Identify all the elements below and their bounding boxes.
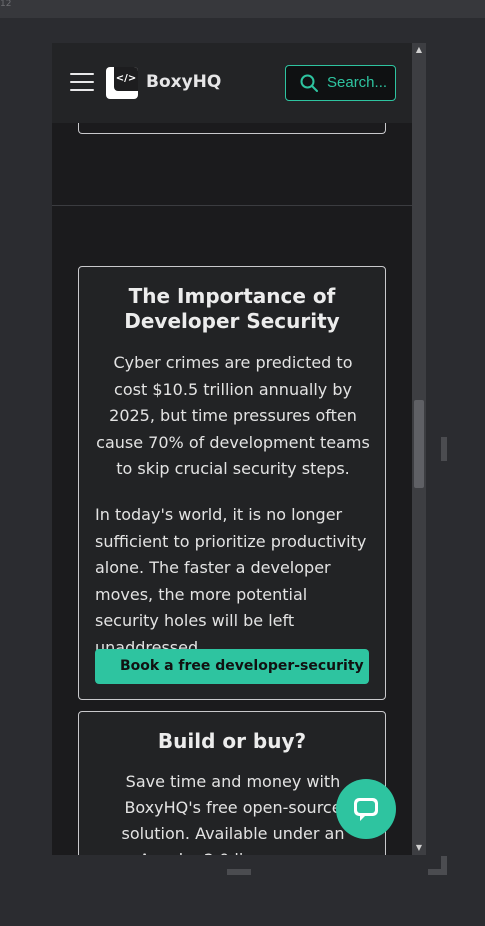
book-session-button[interactable]: Book a free developer-security session <box>95 649 369 684</box>
chat-widget-button[interactable] <box>336 779 396 839</box>
resize-handle-right[interactable] <box>441 437 447 461</box>
scroll-down-icon[interactable]: ▼ <box>412 841 426 855</box>
card2-lead-text: Save time and money with BoxyHQ's free o… <box>121 772 345 855</box>
scrollbar-thumb[interactable] <box>414 400 424 488</box>
scroll-up-icon[interactable]: ▲ <box>412 43 426 57</box>
site-header: </> BoxyHQ Search... <box>52 43 412 123</box>
search-placeholder: Search... <box>327 74 388 91</box>
hamburger-icon[interactable] <box>70 71 96 93</box>
page-viewport: </> BoxyHQ Search... The Importance of D… <box>52 43 412 855</box>
search-icon <box>300 74 318 92</box>
developer-security-card: The Importance of Developer Security Cyb… <box>78 266 386 700</box>
section-divider <box>52 205 412 206</box>
build-or-buy-card: Build or buy? Save time and money with B… <box>78 711 386 855</box>
resize-handle-corner[interactable] <box>428 856 447 875</box>
card-title: The Importance of Developer Security <box>124 284 340 333</box>
card2-title: Build or buy? <box>157 729 307 753</box>
book-session-label: Book a free developer-security session <box>120 658 369 674</box>
resize-handle-bottom[interactable] <box>227 869 251 875</box>
vertical-scrollbar[interactable]: ▲ ▼ <box>412 43 426 855</box>
toolbar-dimension-label: 12 <box>0 0 12 9</box>
chat-icon <box>354 798 378 821</box>
device-toolbar: 12 <box>0 0 485 18</box>
card-lead-text: Cyber crimes are predicted to cost $10.5… <box>96 353 370 478</box>
brand-name[interactable]: BoxyHQ <box>146 72 221 92</box>
card-body-text: In today's world, it is no longer suffic… <box>95 505 367 657</box>
search-input[interactable]: Search... <box>285 65 396 101</box>
boxyhq-logo-icon[interactable]: </> <box>106 67 138 99</box>
